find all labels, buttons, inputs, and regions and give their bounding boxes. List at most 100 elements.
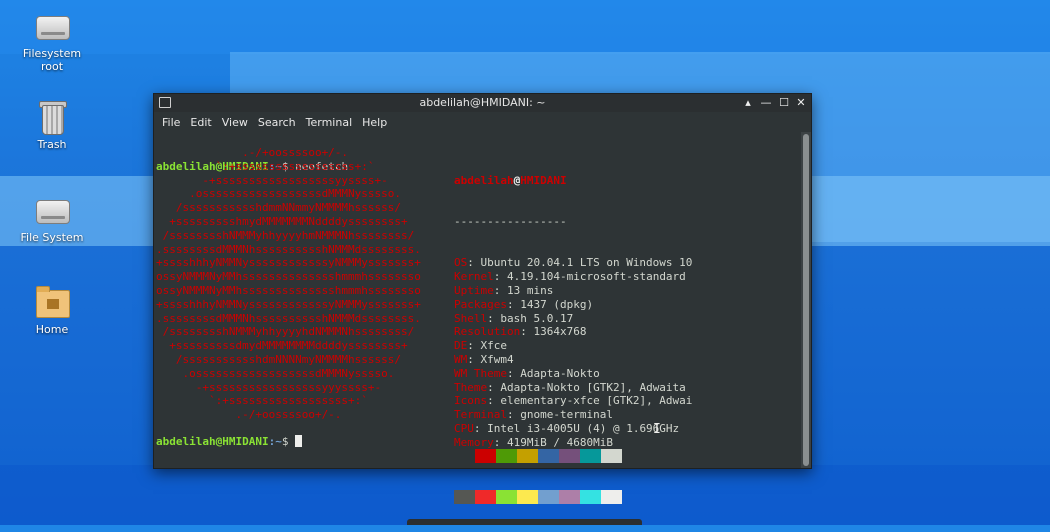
logo-line: +sssssssssdmydMMMMMMMMddddyssssssss+ bbox=[156, 339, 408, 353]
home-folder-icon bbox=[34, 284, 70, 320]
text-cursor bbox=[295, 435, 303, 447]
logo-line: /sssssssshNMMMyhhyyyyhdNMMMNhssssssss/ bbox=[156, 325, 415, 339]
logo-line: .-/+oossssoo+/-. bbox=[156, 408, 342, 422]
logo-line: +ssssssssshmydMMMMMMMNddddyssssssss+ bbox=[156, 214, 408, 228]
scrollbar[interactable] bbox=[801, 132, 811, 468]
shade-button[interactable]: ▴ bbox=[740, 95, 756, 111]
logo-line: .ssssssssdMMMNhsssssssssshNMMMdssssssss. bbox=[156, 311, 421, 325]
info-value: : Ubuntu 20.04.1 LTS on Windows 10 bbox=[467, 256, 693, 270]
menu-search[interactable]: Search bbox=[253, 116, 301, 129]
color-swatch bbox=[538, 490, 559, 505]
drive-icon bbox=[34, 192, 70, 228]
info-row: OS: Ubuntu 20.04.1 LTS on Windows 10 bbox=[454, 256, 692, 270]
color-swatch bbox=[454, 490, 475, 505]
logo-line: ossyNMMMNyMMhsssssssssssssshmmmhssssssso bbox=[156, 270, 421, 284]
logo-line: ossyNMMMNyMMhsssssssssssssshmmmhssssssso bbox=[156, 283, 421, 297]
logo-line: `:+ssssssssssssssssss+:` bbox=[156, 394, 368, 408]
info-value: : Adapta-Nokto [GTK2], Adwaita bbox=[487, 380, 686, 394]
desktop-icon-label: Home bbox=[35, 323, 69, 336]
desktop-icon-label: Filesystem root bbox=[22, 47, 82, 73]
minimize-button[interactable]: — bbox=[758, 95, 774, 111]
logo-line: -+sssssssssssssssssyyyssss+- bbox=[156, 380, 382, 394]
color-swatch bbox=[601, 448, 622, 463]
info-key: DE bbox=[454, 339, 468, 353]
taskbar[interactable] bbox=[407, 519, 642, 525]
desktop-icon-file-system[interactable]: File System bbox=[12, 192, 92, 244]
color-swatch bbox=[538, 448, 559, 463]
info-row: WM: Xfwm4 bbox=[454, 353, 692, 367]
terminal-window[interactable]: abdelilah@HMIDANI: ~ ▴ — ☐ ✕ File Edit V… bbox=[153, 93, 812, 505]
info-key: Icons bbox=[454, 394, 488, 408]
logo-line: -+ssssssssssssssssssyyssss+- bbox=[156, 173, 388, 187]
color-swatch bbox=[454, 448, 475, 463]
logo-line: +sssshhhyNMMNyssssssssssssyNMMMysssssss+ bbox=[156, 297, 421, 311]
info-separator: ----------------- bbox=[454, 214, 567, 228]
color-swatch bbox=[601, 490, 622, 505]
info-key: Resolution bbox=[454, 325, 521, 339]
color-swatch bbox=[475, 490, 496, 505]
wallpaper-band bbox=[0, 0, 1050, 54]
color-swatch bbox=[496, 490, 517, 505]
mouse-ibeam-cursor: I bbox=[653, 422, 661, 437]
terminal-output[interactable]: abdelilah@HMIDANI:~$ neofetch .-/+oossss… bbox=[154, 132, 801, 505]
logo-line: .ossssssssssssssssssdMMMNysssso. bbox=[156, 187, 402, 201]
info-row: Shell: bash 5.0.17 bbox=[454, 312, 692, 326]
logo-line: .ssssssssdMMMNhsssssssssshNMMMdssssssss. bbox=[156, 242, 421, 256]
close-button[interactable]: ✕ bbox=[793, 95, 809, 111]
scrollbar-thumb[interactable] bbox=[803, 134, 809, 466]
info-row: Packages: 1437 (dpkg) bbox=[454, 298, 692, 312]
info-row: Terminal: gnome-terminal bbox=[454, 408, 692, 422]
info-key: Packages bbox=[454, 297, 507, 311]
info-value: : Xfwm4 bbox=[467, 352, 514, 366]
color-swatch bbox=[517, 448, 538, 463]
logo-line: /ssssssssssshdmNNNNmyNMMMMhssssss/ bbox=[156, 352, 402, 366]
menu-help[interactable]: Help bbox=[357, 116, 392, 129]
info-key: Kernel bbox=[454, 270, 494, 284]
info-row: Theme: Adapta-Nokto [GTK2], Adwaita bbox=[454, 381, 692, 395]
info-row: Uptime: 13 mins bbox=[454, 284, 692, 298]
desktop-icon-filesystem-root[interactable]: Filesystem root bbox=[12, 8, 92, 73]
menu-file[interactable]: File bbox=[157, 116, 185, 129]
info-value: : 13 mins bbox=[493, 283, 554, 297]
color-swatch bbox=[580, 448, 601, 463]
maximize-button[interactable]: ☐ bbox=[776, 95, 792, 111]
info-key: OS bbox=[454, 256, 468, 270]
menu-terminal[interactable]: Terminal bbox=[301, 116, 358, 129]
logo-line: `:+ssssssssssssssssss+:` bbox=[156, 159, 375, 173]
window-titlebar[interactable]: abdelilah@HMIDANI: ~ ▴ — ☐ ✕ bbox=[154, 94, 811, 112]
menu-bar: File Edit View Search Terminal Help bbox=[154, 112, 811, 132]
info-value: : 1364x768 bbox=[520, 325, 587, 339]
info-key: Shell bbox=[454, 311, 488, 325]
trash-icon bbox=[34, 99, 70, 135]
logo-line: /sssssssshNMMMyhhyyyyhmNMMMNhssssssss/ bbox=[156, 228, 415, 242]
logo-line: .ossssssssssssssssssdMMMNysssso. bbox=[156, 366, 395, 380]
color-swatch bbox=[580, 490, 601, 505]
desktop-icon-label: Trash bbox=[37, 138, 67, 151]
window-title: abdelilah@HMIDANI: ~ bbox=[419, 96, 546, 109]
info-row: WM Theme: Adapta-Nokto bbox=[454, 367, 692, 381]
color-swatch bbox=[559, 490, 580, 505]
info-value: : 4.19.104-microsoft-standard bbox=[493, 270, 686, 284]
logo-line: .-/+oossssoo+/-. bbox=[156, 146, 349, 159]
menu-edit[interactable]: Edit bbox=[185, 116, 216, 129]
info-value: : gnome-terminal bbox=[506, 408, 613, 422]
drive-icon bbox=[34, 8, 70, 44]
logo-line: /ssssssssssshdmmNNmmyNMMMMhssssss/ bbox=[156, 201, 402, 215]
color-swatch bbox=[517, 490, 538, 505]
info-value: : Adapta-Nokto bbox=[506, 366, 600, 380]
info-value: : elementary-xfce [GTK2], Adwai bbox=[487, 394, 693, 408]
info-key: Terminal bbox=[454, 408, 507, 422]
info-key: WM Theme bbox=[454, 366, 507, 380]
info-row: DE: Xfce bbox=[454, 339, 692, 353]
logo-line: +sssshhhyNMMNyssssssssssssyNMMMysssssss+ bbox=[156, 256, 421, 270]
color-swatch bbox=[559, 448, 580, 463]
desktop-icon-trash[interactable]: Trash bbox=[12, 99, 92, 151]
info-key: Uptime bbox=[454, 283, 494, 297]
color-palette bbox=[454, 421, 622, 532]
info-row: Kernel: 4.19.104-microsoft-standard bbox=[454, 270, 692, 284]
info-row: Icons: elementary-xfce [GTK2], Adwai bbox=[454, 394, 692, 408]
desktop-icon-home[interactable]: Home bbox=[12, 284, 92, 336]
color-swatch bbox=[496, 448, 517, 463]
menu-view[interactable]: View bbox=[217, 116, 253, 129]
info-key: Theme bbox=[454, 380, 488, 394]
